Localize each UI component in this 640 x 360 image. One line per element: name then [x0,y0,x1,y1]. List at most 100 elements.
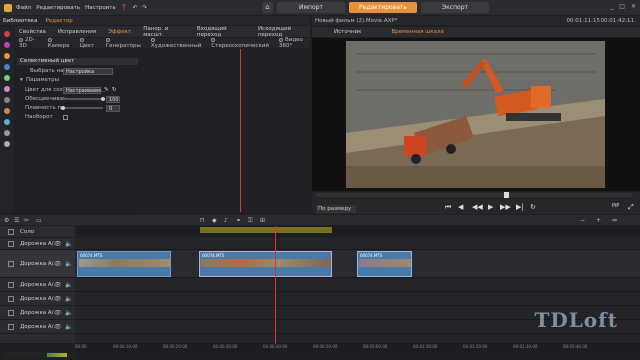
track-header[interactable]: Дорожка A/... 👁 🔈 [0,292,75,306]
track-header-solo[interactable]: Соло [0,226,75,238]
effect-playhead[interactable] [240,49,241,212]
scrub-handle[interactable] [504,192,509,198]
zoom-in-icon[interactable]: + [596,217,601,224]
step-forward-icon[interactable]: ▶| [516,203,524,211]
visibility-icon[interactable]: 👁 [54,323,62,330]
desat-slider[interactable] [63,97,105,101]
video-clip[interactable]: 00074.MTS [357,251,412,277]
tab-timeline[interactable]: Временная шкала [391,29,443,35]
zoom-select[interactable]: По размеру окна [316,205,356,220]
track-lane-active[interactable]: 00074.MTS 00074.MTS 00074.MTS [75,250,640,278]
track-lane[interactable] [75,292,640,306]
category-out-transition[interactable]: Исходящий переход [258,26,310,38]
scissors-icon[interactable]: ✂ [24,217,29,224]
collapse-icon[interactable]: ▾ [20,76,23,84]
fullscreen-icon[interactable]: ⤢ [628,203,634,212]
speaker-icon[interactable]: 🔈 [65,240,72,247]
track-lock-icon[interactable] [8,281,14,288]
solo-icon[interactable] [8,228,14,235]
tab-export[interactable]: Экспорт [421,2,489,13]
subcategory-360[interactable]: Видео 360° [278,37,310,49]
audio-fx-icon[interactable] [4,119,10,125]
rewind-icon[interactable]: ◀◀ [472,203,483,211]
redo-icon[interactable]: ↷ [142,5,147,11]
scrub-bar[interactable] [316,192,632,198]
speed-icon[interactable] [4,130,10,136]
category-effect[interactable]: Эффект [108,29,131,35]
smooth-knob[interactable] [61,106,65,110]
menu-settings[interactable]: Настроить [85,5,116,11]
marker-icon[interactable]: ◆ [212,217,217,224]
tab-editor[interactable]: Редактор [45,18,72,24]
effects-icon[interactable] [4,42,10,48]
track-lock-icon[interactable] [8,295,14,302]
subcategory-color[interactable]: Цвет [79,37,96,49]
track-lock-icon[interactable] [8,323,14,330]
track-lock-icon[interactable] [8,309,14,316]
menu-edit[interactable]: Редактировать [36,5,80,11]
split-icon[interactable]: ⊞ [260,217,265,224]
tab-import[interactable]: Импорт [277,2,345,13]
speaker-icon[interactable]: 🔈 [65,309,72,316]
track-header[interactable]: Дорожка A/... 👁 🔈 [0,306,75,320]
menu-icon[interactable] [4,108,10,114]
minimize-button[interactable]: _ [610,3,613,10]
tab-edit[interactable]: Редактировать [349,2,417,13]
tab-library[interactable]: Библиотека [3,18,37,24]
visibility-icon[interactable]: 👁 [54,281,62,288]
close-button[interactable]: ✕ [631,3,636,10]
video-clip[interactable]: 00074.MTS [77,251,171,277]
list-icon[interactable]: ☰ [14,217,19,224]
help-icon[interactable]: ❓ [121,5,128,11]
speaker-icon[interactable]: 🔈 [65,295,72,302]
speaker-icon[interactable]: 🔈 [65,323,72,330]
track-lane[interactable] [75,238,640,250]
play-icon[interactable]: ▶ [488,203,493,211]
range-selection[interactable] [200,227,332,233]
media-icon[interactable] [4,31,10,37]
visibility-icon[interactable]: 👁 [54,240,62,247]
audio-mix-icon[interactable]: ♪ [224,217,228,224]
subcategory-2d3d[interactable]: 2D-3D [19,37,38,49]
track-lock-icon[interactable] [8,260,14,267]
fast-forward-icon[interactable]: ▶▶ [500,203,511,211]
subcategory-stereo[interactable]: Стереоскопический [211,37,269,49]
link-tl-icon[interactable]: ⚭ [236,217,241,224]
music-icon[interactable] [4,86,10,92]
settings-icon[interactable]: ⚙ [4,217,9,224]
fit-timeline-icon[interactable]: ⇔ [612,217,617,224]
desat-value[interactable]: 100 [106,96,120,103]
category-pan-zoom[interactable]: Панор. и масшт. [143,26,185,38]
track-header[interactable]: Дорожка A/... 👁 🔈 [0,320,75,334]
step-back-icon[interactable]: ◀ [458,203,463,211]
pip-button[interactable]: PiP [612,203,619,209]
title-icon[interactable] [4,97,10,103]
subcategory-camera[interactable]: Камера [47,37,70,49]
track-header[interactable]: Дорожка A/... 👁 🔈 [0,238,75,250]
speaker-icon[interactable]: 🔈 [65,260,72,267]
visibility-icon[interactable]: 👁 [54,309,62,316]
timeline-playhead[interactable] [275,226,276,352]
desat-knob[interactable] [101,97,105,101]
visibility-icon[interactable]: 👁 [54,295,62,302]
maximize-button[interactable]: □ [619,3,625,10]
tab-source[interactable]: Источник [334,29,361,35]
effect-title[interactable]: Селективный цвет [17,58,138,65]
timeline-ruler[interactable] [75,226,640,234]
track-lane[interactable] [75,334,640,344]
zoom-out-icon[interactable]: − [580,217,585,224]
eyedropper-icon[interactable]: ✎ [104,86,109,94]
subcategory-artistic[interactable]: Художественный [150,37,201,49]
undo-icon[interactable]: ↶ [133,5,138,11]
skip-start-icon[interactable]: ⏮ [445,203,451,212]
track-icon[interactable]: ▭ [36,217,42,224]
video-clip[interactable]: 00074.MTS [199,251,332,277]
smooth-slider[interactable] [61,106,103,110]
menu-file[interactable]: Файл [16,5,31,11]
category-properties[interactable]: Свойства [19,29,46,35]
home-icon[interactable]: ⌂ [262,2,273,13]
color-select[interactable]: Настраиваем... [63,87,106,94]
invert-checkbox[interactable] [63,115,68,120]
audio-icon[interactable] [4,64,10,70]
color-icon[interactable] [4,53,10,59]
